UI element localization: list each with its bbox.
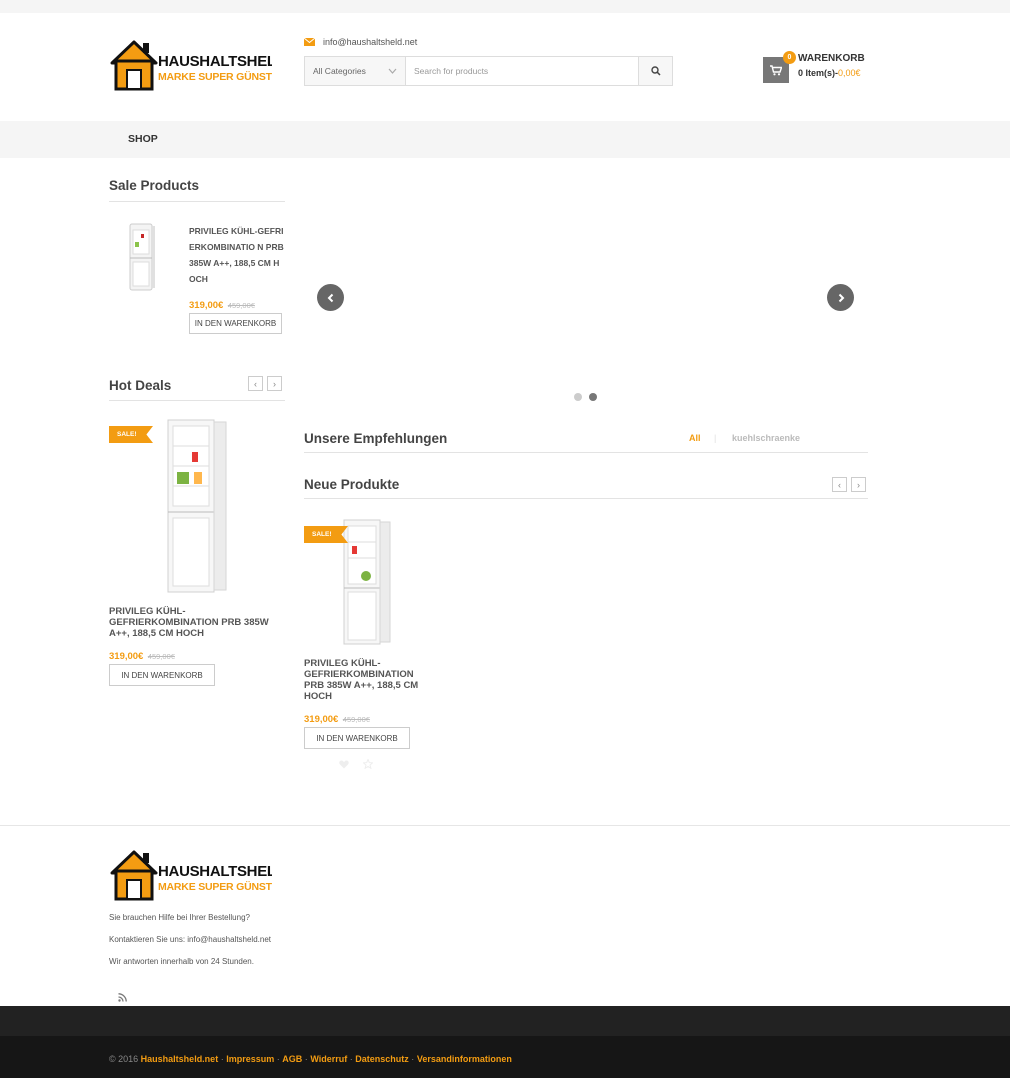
- sale-product-title[interactable]: PRIVILEG KÜHL-GEFRIERKOMBINATIO N PRB 38…: [189, 223, 284, 287]
- divider: [304, 498, 868, 499]
- footer-link-home[interactable]: Haushaltsheld.net: [141, 1054, 219, 1064]
- divider: [109, 400, 285, 401]
- search-button[interactable]: [638, 57, 672, 85]
- link-separator: ·: [304, 1054, 308, 1064]
- sale-badge: SALE!: [304, 526, 348, 543]
- sale-product-image[interactable]: [126, 222, 158, 297]
- footer-logo[interactable]: HAUSHALTSHELD MARKE SUPER GÜNSTIG: [110, 849, 272, 903]
- slider-dot[interactable]: [574, 393, 582, 401]
- footer-link-versand[interactable]: Versandinformationen: [417, 1054, 512, 1064]
- prev-button[interactable]: ‹: [832, 477, 847, 492]
- cart-items: 0 Item(s): [798, 68, 836, 78]
- footer-link-widerruf[interactable]: Widerruf: [310, 1054, 347, 1064]
- filter-separator: |: [714, 433, 717, 443]
- link-separator: ·: [411, 1054, 415, 1064]
- recommendations-title: Unsere Empfehlungen: [304, 431, 448, 446]
- price-current: 319,00€: [109, 651, 144, 662]
- envelope-icon: [304, 38, 315, 46]
- mini-cart[interactable]: 0 WARENKORB 0 Item(s)-0,00€: [763, 51, 865, 83]
- rss-button[interactable]: [118, 989, 127, 1007]
- divider: [304, 452, 868, 453]
- hot-deals-arrows: ‹ ›: [248, 376, 282, 391]
- slider-next-button[interactable]: [827, 284, 854, 311]
- new-products-arrows: ‹ ›: [832, 477, 866, 492]
- add-to-cart-button[interactable]: IN DEN WARENKORB: [304, 727, 410, 749]
- cart-count-badge: 0: [783, 51, 796, 64]
- header-email[interactable]: info@haushaltsheld.net: [304, 37, 417, 47]
- chevron-left-icon: ‹: [254, 378, 257, 389]
- filter-all[interactable]: All: [689, 433, 701, 443]
- site-logo[interactable]: HAUSHALTSHELD MARKE SUPER GÜNSTIG: [110, 39, 272, 93]
- category-label: All Categories: [313, 66, 366, 76]
- chevron-left-icon: ‹: [838, 479, 841, 490]
- price-old: 459,00€: [342, 715, 370, 724]
- link-separator: ·: [349, 1054, 353, 1064]
- chevron-left-icon: [327, 293, 333, 302]
- footer-help: Sie brauchen Hilfe bei Ihrer Bestellung?: [109, 913, 250, 922]
- rss-icon: [118, 993, 127, 1002]
- cart-icon-box[interactable]: 0: [763, 51, 796, 83]
- hot-deal-title[interactable]: PRIVILEG KÜHL-GEFRIERKOMBINATION PRB 385…: [109, 606, 285, 639]
- copyright: © 2016 Haushaltsheld.net · Impressum · A…: [109, 1054, 512, 1064]
- footer-response: Wir antworten innerhalb von 24 Stunden.: [109, 957, 254, 966]
- divider: [109, 201, 285, 202]
- copyright-text: © 2016: [109, 1054, 139, 1064]
- prev-button[interactable]: ‹: [248, 376, 263, 391]
- filter-kuehlschraenke[interactable]: kuehlschraenke: [732, 433, 800, 443]
- chevron-right-icon: ›: [857, 479, 860, 490]
- footer-link-impressum[interactable]: Impressum: [226, 1054, 274, 1064]
- svg-text:MARKE SUPER GÜNSTIG: MARKE SUPER GÜNSTIG: [158, 880, 272, 893]
- new-product-price: 319,00€ 459,00€: [304, 709, 370, 727]
- price-old: 459,00€: [147, 652, 175, 661]
- search-bar: All Categories: [304, 56, 673, 86]
- hot-deal-price: 319,00€ 459,00€: [109, 646, 175, 664]
- new-product-image[interactable]: [340, 518, 394, 651]
- email-text: info@haushaltsheld.net: [323, 37, 418, 47]
- cart-total: 0,00€: [838, 68, 861, 78]
- footer-divider: [0, 825, 1010, 826]
- price-current: 319,00€: [304, 714, 339, 725]
- cart-summary: 0 Item(s)-0,00€: [798, 66, 865, 80]
- price-old: 459,00€: [227, 301, 255, 310]
- cart-title: WARENKORB: [798, 53, 865, 64]
- chevron-right-icon: [838, 293, 844, 302]
- hot-deal-image[interactable]: [164, 416, 230, 599]
- nav-item-shop[interactable]: SHOP: [128, 133, 158, 145]
- chevron-down-icon: [388, 68, 397, 74]
- sale-products-title: Sale Products: [109, 178, 200, 193]
- footer-link-datenschutz[interactable]: Datenschutz: [355, 1054, 409, 1064]
- footer-contact: Kontaktieren Sie uns: info@haushaltsheld…: [109, 935, 272, 944]
- new-products-title: Neue Produkte: [304, 477, 400, 492]
- sale-badge: SALE!: [109, 426, 153, 443]
- search-icon: [650, 66, 661, 76]
- slider-dot-active[interactable]: [589, 393, 597, 401]
- chevron-right-icon: ›: [273, 378, 276, 389]
- house-icon: [110, 850, 158, 901]
- footer-bar: [0, 1006, 1010, 1036]
- new-product-title[interactable]: PRIVILEG KÜHL-GEFRIERKOMBINATION PRB 385…: [304, 658, 432, 702]
- category-select[interactable]: All Categories: [305, 57, 406, 85]
- shopping-cart-icon: [770, 64, 782, 75]
- next-button[interactable]: ›: [851, 477, 866, 492]
- add-to-cart-button[interactable]: IN DEN WARENKORB: [109, 664, 215, 686]
- search-input[interactable]: [406, 57, 638, 85]
- next-button[interactable]: ›: [267, 376, 282, 391]
- svg-text:MARKE SUPER GÜNSTIG: MARKE SUPER GÜNSTIG: [158, 70, 272, 83]
- link-separator: ·: [276, 1054, 280, 1064]
- star-icon: [362, 758, 374, 770]
- house-icon: [110, 40, 158, 91]
- add-to-cart-button[interactable]: IN DEN WARENKORB: [189, 313, 282, 334]
- svg-text:HAUSHALTSHELD: HAUSHALTSHELD: [158, 53, 272, 70]
- price-current: 319,00€: [189, 300, 224, 311]
- footer-link-agb[interactable]: AGB: [282, 1054, 302, 1064]
- compare-button[interactable]: [362, 756, 374, 774]
- sale-product-price: 319,00€ 459,00€: [189, 295, 255, 313]
- link-separator: ·: [220, 1054, 224, 1064]
- wishlist-button[interactable]: [339, 756, 349, 774]
- slider-prev-button[interactable]: [317, 284, 344, 311]
- heart-icon: [339, 760, 349, 769]
- hot-deals-title: Hot Deals: [109, 378, 172, 393]
- svg-text:HAUSHALTSHELD: HAUSHALTSHELD: [158, 863, 272, 880]
- top-strip: [0, 0, 1010, 13]
